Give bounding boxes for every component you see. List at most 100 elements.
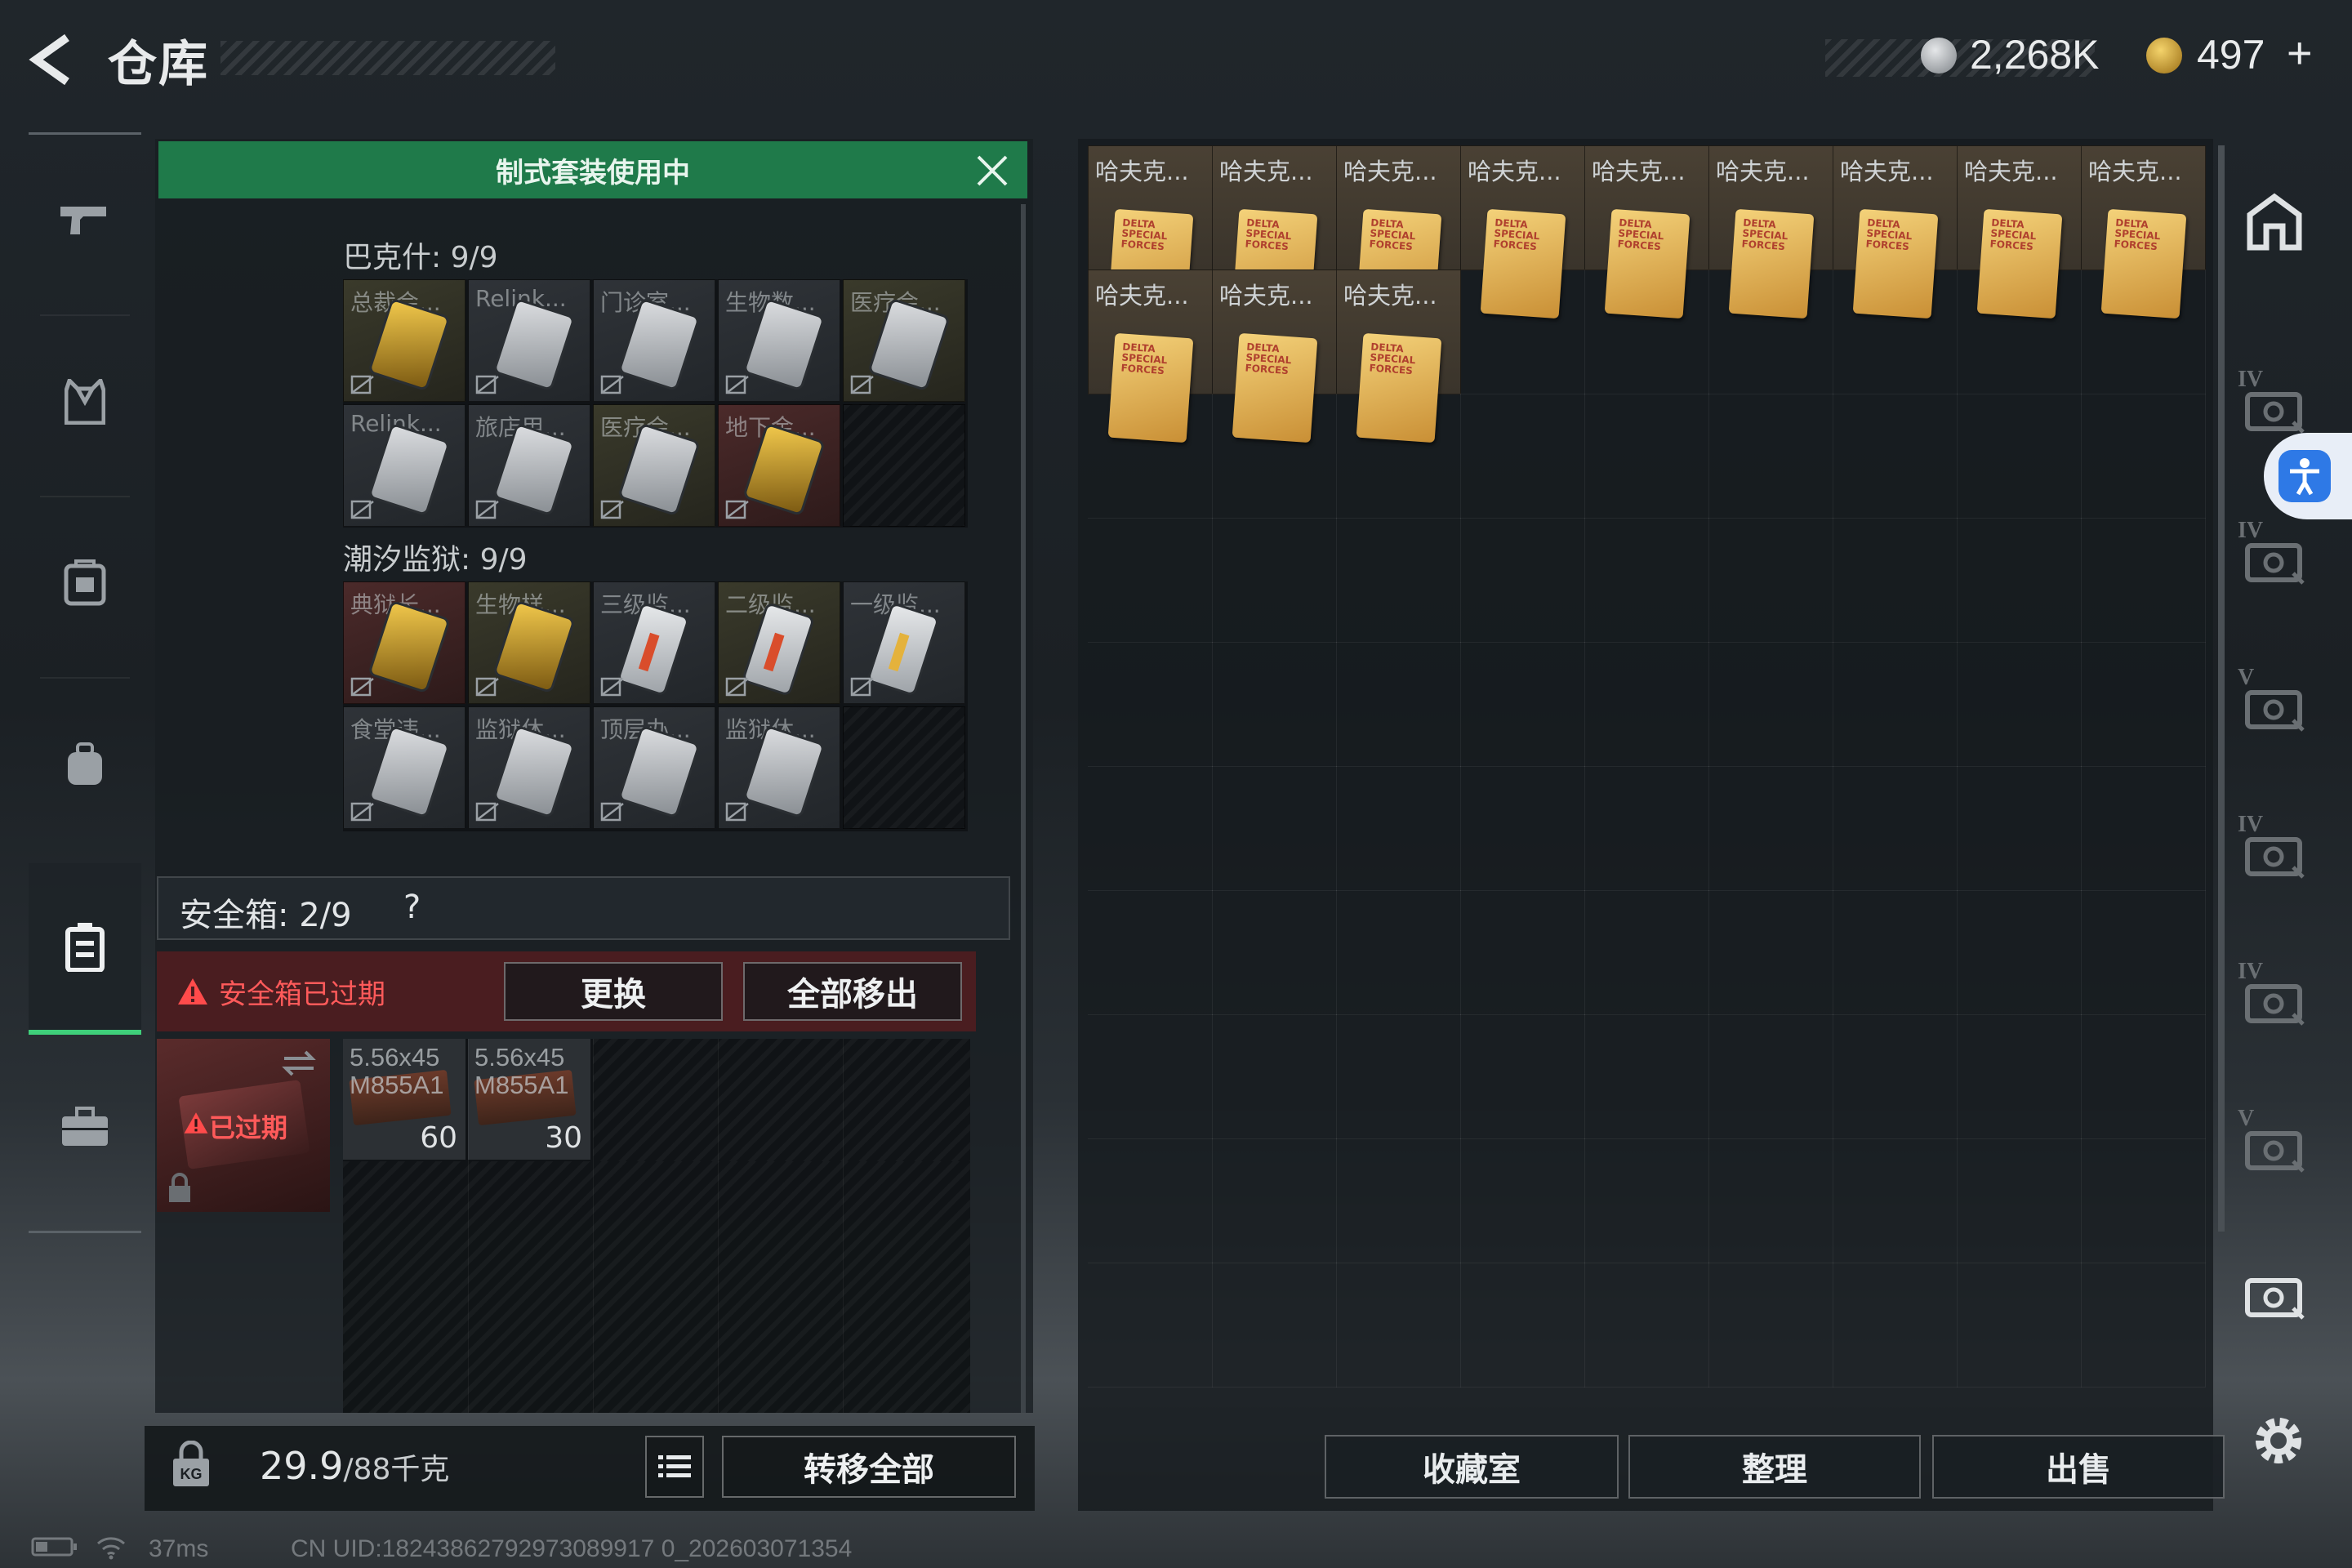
- storage-slot[interactable]: [1957, 766, 2082, 891]
- key-slot[interactable]: 顶层办...: [593, 706, 715, 829]
- storage-slot[interactable]: [1584, 642, 1709, 767]
- storage-slot[interactable]: [1708, 890, 1833, 1015]
- ammo-slot[interactable]: 5.56x45 M855A1 60: [343, 1039, 466, 1160]
- storage-tab-icon[interactable]: IV: [2238, 518, 2311, 596]
- accessibility-button[interactable]: [2264, 433, 2352, 519]
- nav-safe-box[interactable]: [29, 863, 141, 1035]
- key-slot[interactable]: 一级监...: [843, 581, 965, 704]
- storage-item[interactable]: 哈夫克... DELTA SPECIAL FORCES: [1212, 270, 1337, 443]
- storage-slot[interactable]: [1708, 270, 1833, 394]
- storage-slot[interactable]: [1708, 766, 1833, 891]
- storage-slot[interactable]: [1212, 518, 1337, 643]
- storage-slot[interactable]: [1336, 642, 1461, 767]
- storage-slot[interactable]: [1708, 394, 1833, 519]
- storage-item[interactable]: 哈夫克... DELTA SPECIAL FORCES: [1336, 270, 1461, 443]
- key-slot[interactable]: 医疗会...: [843, 279, 965, 402]
- storage-slot[interactable]: [1833, 1014, 1958, 1139]
- storage-slot[interactable]: [2081, 1138, 2206, 1263]
- storage-slot[interactable]: [1212, 1138, 1337, 1263]
- key-slot[interactable]: 总裁会...: [343, 279, 466, 402]
- key-slot[interactable]: 食堂违...: [343, 706, 466, 829]
- storage-tab-icon[interactable]: V: [2238, 1106, 2311, 1184]
- storage-slot[interactable]: [1336, 1263, 1461, 1388]
- storage-slot[interactable]: [1088, 1014, 1213, 1139]
- key-slot[interactable]: 监狱休...: [718, 706, 840, 829]
- sort-button[interactable]: 整理: [1628, 1435, 1921, 1499]
- storage-slot[interactable]: [1957, 890, 2082, 1015]
- storage-slot[interactable]: [1584, 518, 1709, 643]
- storage-slot[interactable]: [2081, 766, 2206, 891]
- storage-slot[interactable]: [2081, 1263, 2206, 1388]
- storage-slot[interactable]: [2081, 1014, 2206, 1139]
- storage-slot[interactable]: [1584, 766, 1709, 891]
- storage-slot[interactable]: [1336, 766, 1461, 891]
- nav-chest-rig[interactable]: [29, 497, 141, 669]
- storage-slot[interactable]: [1336, 1014, 1461, 1139]
- storage-slot[interactable]: [1584, 890, 1709, 1015]
- storage-slot[interactable]: [1957, 642, 2082, 767]
- replace-button[interactable]: 更换: [504, 962, 723, 1021]
- storage-slot[interactable]: [1957, 394, 2082, 519]
- storage-tab-icon[interactable]: IV: [2238, 959, 2311, 1037]
- key-slot[interactable]: 门诊室...: [593, 279, 715, 402]
- storage-tab-icon[interactable]: V: [2238, 665, 2311, 743]
- storage-slot[interactable]: [1957, 270, 2082, 394]
- storage-slot[interactable]: [2081, 394, 2206, 519]
- storage-slot[interactable]: [1460, 1263, 1585, 1388]
- storage-slot[interactable]: [1212, 766, 1337, 891]
- storage-slot[interactable]: [1336, 890, 1461, 1015]
- storage-item[interactable]: 哈夫克... DELTA SPECIAL FORCES: [1708, 145, 1833, 319]
- storage-slot[interactable]: [1833, 518, 1958, 643]
- storage-slot[interactable]: [1460, 518, 1585, 643]
- storage-slot[interactable]: [1212, 890, 1337, 1015]
- add-currency-button[interactable]: +: [2287, 28, 2313, 78]
- storage-slot[interactable]: [1833, 642, 1958, 767]
- key-slot[interactable]: 医疗会...: [593, 404, 715, 527]
- key-slot[interactable]: 监狱休...: [468, 706, 590, 829]
- storage-slot[interactable]: [1708, 1138, 1833, 1263]
- storage-slot[interactable]: [1212, 642, 1337, 767]
- storage-slot[interactable]: [1708, 642, 1833, 767]
- storage-slot[interactable]: [1957, 1138, 2082, 1263]
- key-slot[interactable]: 生物数...: [718, 279, 840, 402]
- storage-slot[interactable]: [1460, 1014, 1585, 1139]
- storage-slot[interactable]: [1708, 518, 1833, 643]
- key-slot[interactable]: 二级监...: [718, 581, 840, 704]
- nav-armor[interactable]: [29, 316, 141, 488]
- storage-slot[interactable]: [2081, 890, 2206, 1015]
- storage-slot[interactable]: [1212, 394, 1337, 519]
- storage-slot[interactable]: [1584, 394, 1709, 519]
- safe-box-item[interactable]: 已过期: [157, 1039, 330, 1212]
- left-scrollbar[interactable]: [1021, 204, 1026, 1413]
- storage-slot[interactable]: [1088, 642, 1213, 767]
- storage-slot[interactable]: [2081, 642, 2206, 767]
- key-slot[interactable]: 典狱长...: [343, 581, 466, 704]
- storage-slot[interactable]: [1833, 1263, 1958, 1388]
- storage-slot[interactable]: [1460, 1138, 1585, 1263]
- storage-slot[interactable]: [1833, 766, 1958, 891]
- storage-slot[interactable]: [1212, 1263, 1337, 1388]
- storage-slot[interactable]: [1460, 890, 1585, 1015]
- nav-briefcase[interactable]: [29, 1041, 141, 1213]
- storage-slot[interactable]: [1336, 394, 1461, 519]
- storage-slot[interactable]: [1460, 394, 1585, 519]
- storage-slot[interactable]: [1957, 1263, 2082, 1388]
- safe-box-help-icon[interactable]: ?: [403, 889, 421, 926]
- key-slot[interactable]: Relink...: [468, 279, 590, 402]
- storage-item[interactable]: 哈夫克... DELTA SPECIAL FORCES: [1584, 145, 1709, 319]
- storage-slot[interactable]: [1460, 766, 1585, 891]
- key-slot[interactable]: 旅店用...: [468, 404, 590, 527]
- key-slot[interactable]: Relink...: [343, 404, 466, 527]
- storage-slot[interactable]: [1212, 1014, 1337, 1139]
- storage-slot[interactable]: [1088, 394, 1213, 519]
- storage-slot[interactable]: [1708, 1263, 1833, 1388]
- storage-item[interactable]: 哈夫克... DELTA SPECIAL FORCES: [1460, 145, 1585, 319]
- storage-slot[interactable]: [1584, 270, 1709, 394]
- settings-button[interactable]: [2247, 1410, 2310, 1472]
- storage-slot[interactable]: [1584, 1138, 1709, 1263]
- close-banner-button[interactable]: [973, 152, 1011, 189]
- storage-slot[interactable]: [1088, 766, 1213, 891]
- storage-slot[interactable]: [1957, 1014, 2082, 1139]
- storage-slot[interactable]: [1957, 518, 2082, 643]
- nav-weapon[interactable]: [29, 135, 141, 306]
